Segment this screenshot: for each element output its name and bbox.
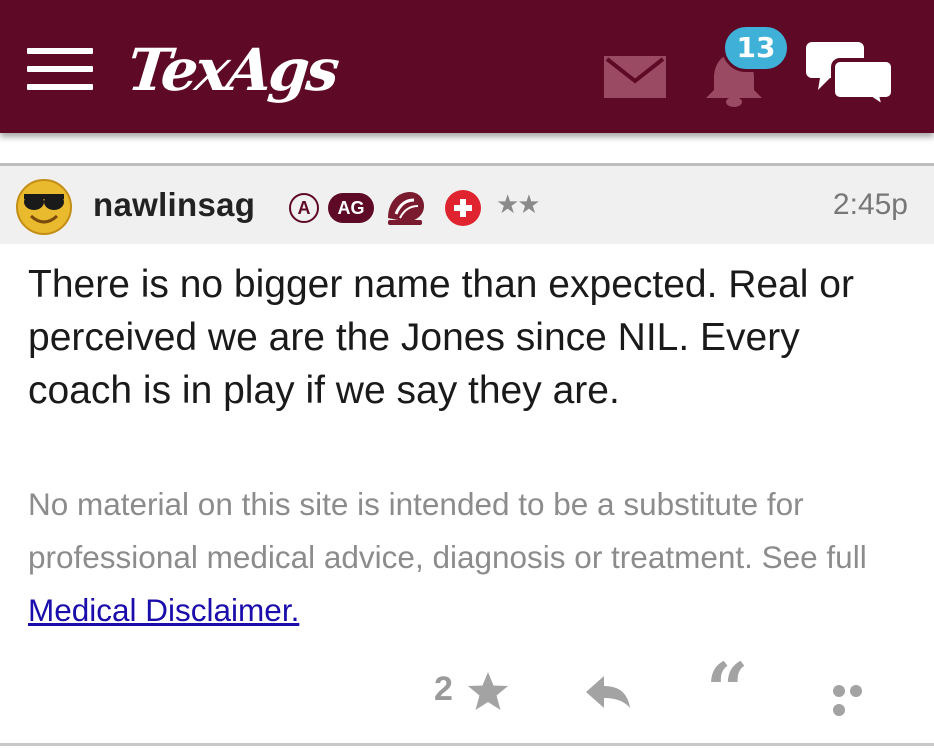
avatar[interactable] (14, 176, 74, 236)
star-count: 2 (434, 670, 453, 708)
post-timestamp[interactable]: 2:45p (833, 188, 908, 222)
post-body: There is no bigger name than expected. R… (28, 263, 854, 412)
texags-logo[interactable]: TexAgs (124, 36, 339, 104)
team-logo-icon (388, 192, 424, 225)
post-actions: 2 “ (0, 654, 934, 728)
star-icon[interactable] (466, 670, 510, 712)
app-header: TexAgs 13 (0, 0, 934, 133)
post-header: nawlinsag A AG ★★ 2:45p (0, 166, 934, 244)
rank-stars: ★★ (496, 190, 541, 220)
menu-icon[interactable] (27, 48, 93, 90)
medical-disclaimer: No material on this site is intended to … (28, 478, 918, 637)
mail-icon[interactable] (603, 55, 667, 99)
section-divider (0, 743, 934, 746)
badge-a: A (289, 193, 319, 223)
reply-icon[interactable] (584, 674, 632, 710)
badge-ag: AG (328, 193, 374, 223)
medical-disclaimer-link[interactable]: Medical Disclaimer. (28, 592, 299, 628)
disclaimer-text: No material on this site is intended to … (28, 486, 867, 575)
more-options-icon[interactable] (833, 682, 883, 716)
username[interactable]: nawlinsag (93, 186, 255, 224)
notification-count-badge[interactable]: 13 (722, 24, 790, 72)
quote-icon[interactable]: “ (706, 654, 749, 728)
plus-badge-icon (445, 190, 481, 226)
chat-icon[interactable] (806, 38, 894, 108)
